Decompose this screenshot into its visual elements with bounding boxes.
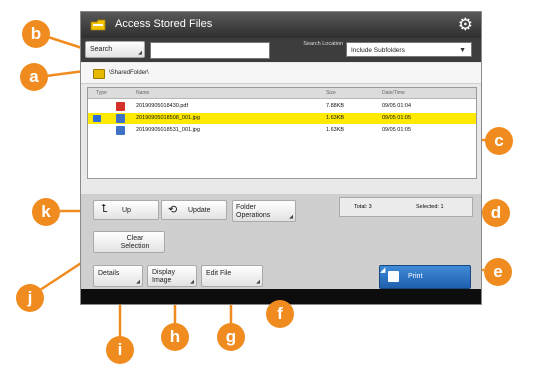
corner-arrow-icon: ◢ [138,50,142,56]
file-list-header: Type Name Size Date/Time [88,88,476,99]
search-location-label: Search Location [303,41,343,47]
clear-selection-button[interactable]: Clear Selection [93,231,165,253]
callout-a: a [20,63,48,91]
folder-app-icon [90,19,106,31]
file-date: 09/05 01:05 [382,127,412,133]
total-count: Total: 3 [354,204,372,210]
table-row[interactable]: 20190905018430.pdf 7.88KB 09/05 01:04 [88,101,476,112]
file-counts: Total: 3 Selected: 1 [339,197,473,217]
file-date: 09/05 01:04 [382,103,412,109]
corner-arrow-icon: ◢ [256,279,260,285]
update-button[interactable]: ⟲ Update [161,200,227,220]
corner-arrow-icon: ◢ [289,214,293,220]
callout-i: i [106,336,134,364]
pdf-file-icon [116,102,125,111]
print-button[interactable]: Print ◢ [379,265,471,289]
file-size: 1.63KB [326,115,345,121]
image-file-icon [116,114,125,123]
edit-file-label: Edit File [206,270,232,277]
gear-icon[interactable]: ⚙ [458,15,473,35]
window-title: Access Stored Files [115,18,213,30]
column-header-name[interactable]: Name [136,90,149,96]
clear-selection-label: Clear Selection [120,235,150,250]
print-icon [388,271,399,282]
callout-c: c [485,127,513,155]
current-path: \SharedFolder\ [109,70,149,76]
file-size: 1.63KB [326,127,345,133]
details-button[interactable]: Details ◢ [93,265,143,287]
display-image-button[interactable]: Display Image ◢ [147,265,197,287]
file-list: Type Name Size Date/Time 20190905018430.… [87,87,477,179]
chevron-down-icon: ▼ [459,47,466,54]
refresh-icon: ⟲ [168,204,178,216]
callout-f: f [266,300,294,328]
title-bar: Access Stored Files ⚙ [81,12,481,38]
update-button-label: Update [188,207,211,214]
file-name: 20190905018430.pdf [136,103,188,109]
callout-g: g [217,323,245,351]
callout-e: e [484,258,512,286]
folder-operations-label: Folder Operations [236,204,271,219]
folder-operations-button[interactable]: Folder Operations ◢ [232,200,296,222]
search-button-label: Search [90,46,113,53]
column-header-size[interactable]: Size [326,90,336,96]
search-input[interactable] [150,42,270,59]
up-arrow-icon: ⮤ [101,203,108,215]
folder-icon [93,69,105,79]
callout-d: d [482,199,510,227]
search-location-value: Include Subfolders [351,47,405,54]
details-label: Details [98,270,120,277]
table-row[interactable]: 20190905018531_001.jpg 1.63KB 09/05 01:0… [88,125,476,136]
display-image-label: Display Image [152,269,175,284]
edit-file-button[interactable]: Edit File ◢ [201,265,263,287]
callout-k: k [32,198,60,226]
file-size: 7.88KB [326,103,345,109]
file-name: 20190905018508_001.jpg [136,115,200,121]
callout-j: j [16,284,44,312]
file-date: 09/05 01:05 [382,115,412,121]
access-stored-files-screen: Access Stored Files ⚙ Search ◢ Search Lo… [80,11,482,305]
image-file-icon [116,126,125,135]
up-button-label: Up [122,207,131,214]
table-row[interactable]: 20190905018508_001.jpg 1.63KB 09/05 01:0… [88,113,476,124]
print-label: Print [408,273,423,280]
selected-count: Selected: 1 [416,204,444,210]
column-header-date[interactable]: Date/Time [382,90,405,96]
file-name: 20190905018531_001.jpg [136,127,200,133]
callout-b: b [22,20,50,48]
callout-h: h [161,323,189,351]
selected-check-icon [93,115,101,122]
search-location-select[interactable]: Include Subfolders ▼ [346,42,472,57]
corner-arrow-icon: ◢ [380,267,386,274]
column-header-type[interactable]: Type [96,90,107,96]
search-button[interactable]: Search ◢ [85,41,145,58]
corner-arrow-icon: ◢ [190,279,194,285]
corner-arrow-icon: ◢ [136,279,140,285]
up-button[interactable]: ⮤ Up [93,200,159,220]
